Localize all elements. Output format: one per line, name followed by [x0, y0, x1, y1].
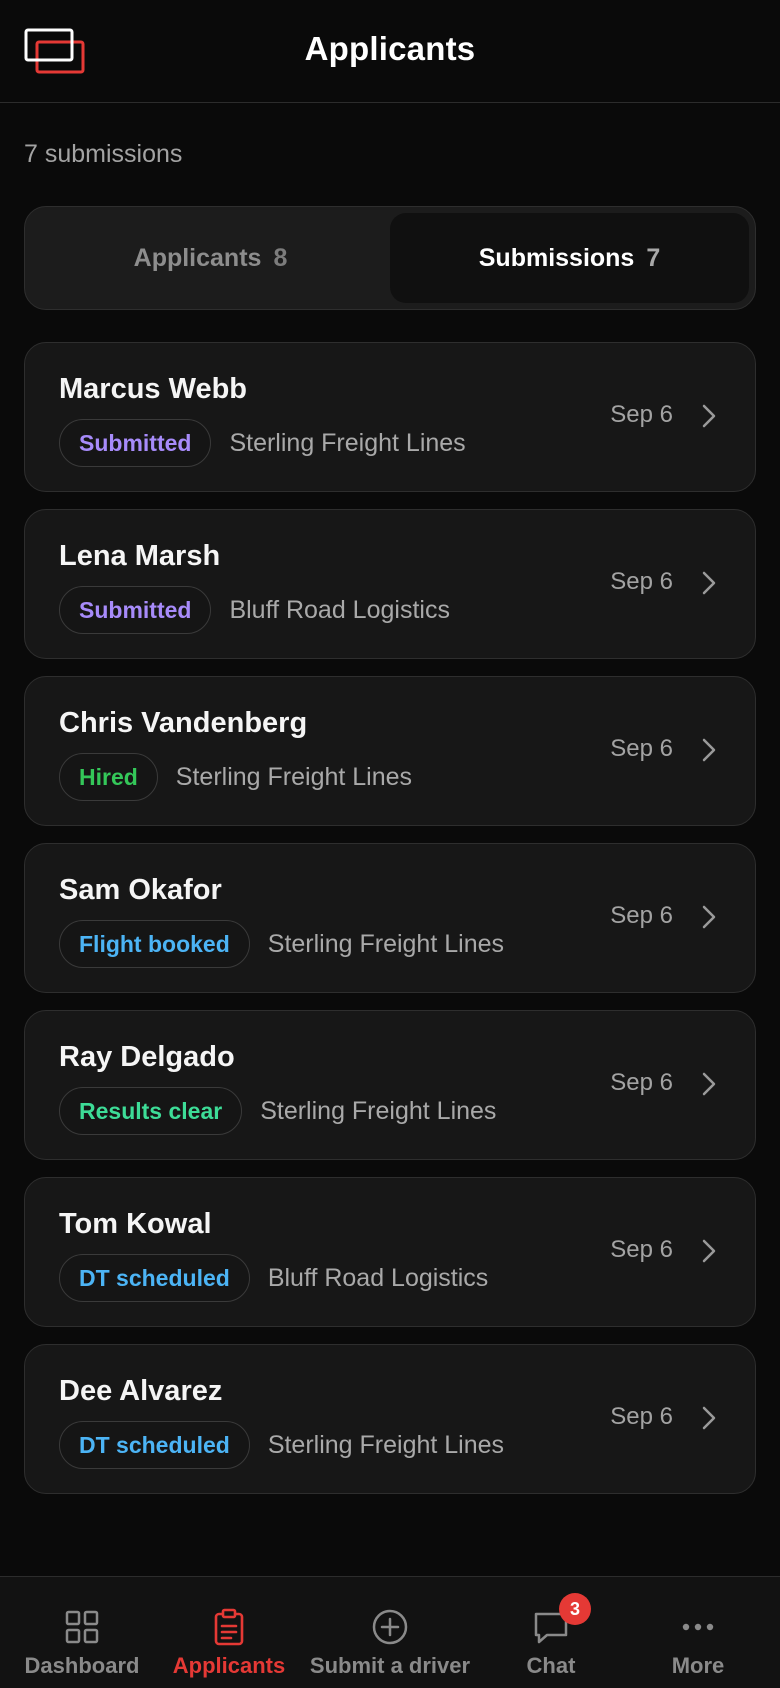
chevron-right-icon	[701, 904, 717, 930]
submission-card[interactable]: Marcus Webb Submitted Sterling Freight L…	[24, 342, 756, 492]
submission-date: Sep 6	[610, 1403, 673, 1430]
chevron-right-icon	[701, 570, 717, 596]
submission-meta: Submitted Sterling Freight Lines	[59, 419, 466, 467]
chevron-right-icon	[701, 1238, 717, 1264]
bottom-nav: Dashboard Applicants Submit a driver 3 C…	[0, 1576, 780, 1688]
nav-item-more[interactable]: More	[648, 1577, 748, 1688]
company-name: Bluff Road Logistics	[267, 1263, 489, 1292]
applicant-name: Tom Kowal	[59, 1208, 212, 1240]
company-name: Bluff Road Logistics	[229, 595, 450, 624]
company-name: Sterling Freight Lines	[260, 1096, 497, 1125]
status-badge: DT scheduled	[59, 1254, 250, 1302]
app-root: Applicants 7 submissions Applicants 8 Su…	[0, 0, 780, 1688]
page-title: Applicants	[304, 30, 476, 67]
chat-unread-badge: 3	[559, 1593, 591, 1625]
nav-item-submit-driver[interactable]: Submit a driver	[305, 1577, 475, 1688]
submission-meta: Submitted Bluff Road Logistics	[59, 586, 450, 634]
submission-meta: DT scheduled Bluff Road Logistics	[59, 1254, 488, 1302]
company-name: Sterling Freight Lines	[175, 762, 413, 791]
applicant-name: Dee Alvarez	[59, 1375, 223, 1407]
status-badge: Hired	[59, 753, 158, 801]
chat-bubble-icon: 3	[531, 1593, 591, 1647]
top-header: Applicants	[0, 0, 780, 103]
chevron-right-icon	[701, 403, 717, 429]
tab-applicants-count: 8	[273, 243, 288, 272]
tab-submissions[interactable]: Submissions 7	[390, 213, 749, 303]
submission-meta: Hired Sterling Freight Lines	[59, 753, 412, 801]
submission-date: Sep 6	[610, 401, 673, 428]
submission-meta: Results clear Sterling Freight Lines	[59, 1087, 496, 1135]
more-dots-icon	[678, 1607, 718, 1647]
applicant-name: Chris Vandenberg	[59, 707, 308, 739]
nav-item-chat[interactable]: 3 Chat	[501, 1577, 601, 1688]
tab-submissions-label: Submissions	[478, 243, 635, 272]
submission-meta: Flight booked Sterling Freight Lines	[59, 920, 504, 968]
chevron-right-icon	[701, 1071, 717, 1097]
nav-label: Submit a driver	[309, 1653, 471, 1678]
submission-card[interactable]: Ray Delgado Results clear Sterling Freig…	[24, 1010, 756, 1160]
submission-meta: DT scheduled Sterling Freight Lines	[59, 1421, 504, 1469]
nav-label: Chat	[526, 1653, 576, 1678]
company-name: Sterling Freight Lines	[229, 428, 466, 457]
submissions-list: Marcus Webb Submitted Sterling Freight L…	[24, 342, 756, 1511]
nav-label: More	[671, 1653, 725, 1678]
status-badge: Submitted	[59, 586, 212, 634]
nav-item-dashboard[interactable]: Dashboard	[22, 1577, 142, 1688]
clipboard-icon	[209, 1607, 249, 1647]
status-badge: Flight booked	[59, 920, 250, 968]
nav-item-applicants[interactable]: Applicants	[168, 1577, 290, 1688]
submission-card[interactable]: Dee Alvarez DT scheduled Sterling Freigh…	[24, 1344, 756, 1494]
submission-card[interactable]: Tom Kowal DT scheduled Bluff Road Logist…	[24, 1177, 756, 1327]
nav-label: Dashboard	[24, 1653, 140, 1678]
tab-submissions-count: 7	[646, 243, 661, 272]
status-badge: Submitted	[59, 419, 212, 467]
plus-circle-icon	[370, 1607, 410, 1647]
chevron-right-icon	[701, 1405, 717, 1431]
tab-applicants-label: Applicants	[133, 243, 262, 272]
submission-date: Sep 6	[610, 735, 673, 762]
submission-count: 7 submissions	[24, 140, 183, 168]
nav-label: Applicants	[172, 1653, 286, 1678]
app-logo-icon[interactable]	[24, 28, 86, 78]
submission-date: Sep 6	[610, 1236, 673, 1263]
chevron-right-icon	[701, 737, 717, 763]
status-badge: DT scheduled	[59, 1421, 250, 1469]
submission-date: Sep 6	[610, 1069, 673, 1096]
submission-date: Sep 6	[610, 902, 673, 929]
applicant-name: Lena Marsh	[59, 540, 221, 572]
submission-card[interactable]: Sam Okafor Flight booked Sterling Freigh…	[24, 843, 756, 993]
segmented-control: Applicants 8 Submissions 7	[24, 206, 756, 310]
company-name: Sterling Freight Lines	[267, 929, 504, 958]
submission-date: Sep 6	[610, 568, 673, 595]
applicant-name: Ray Delgado	[59, 1041, 235, 1073]
submission-card[interactable]: Lena Marsh Submitted Bluff Road Logistic…	[24, 509, 756, 659]
tab-applicants[interactable]: Applicants 8	[31, 213, 390, 303]
dashboard-grid-icon	[62, 1607, 102, 1647]
applicant-name: Marcus Webb	[59, 373, 248, 405]
submission-card[interactable]: Chris Vandenberg Hired Sterling Freight …	[24, 676, 756, 826]
status-badge: Results clear	[59, 1087, 243, 1135]
applicant-name: Sam Okafor	[59, 874, 222, 906]
company-name: Sterling Freight Lines	[267, 1430, 505, 1459]
